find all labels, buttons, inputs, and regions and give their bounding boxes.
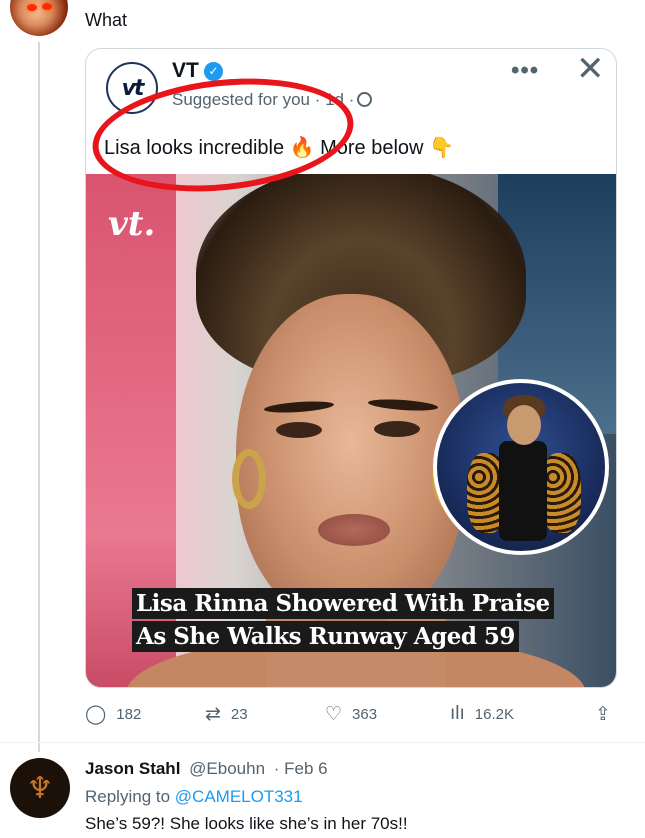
image-headline: Lisa Rinna Showered With Praise As She W…	[132, 588, 554, 654]
views-count: 16.2K	[474, 705, 514, 723]
post-text: What	[85, 10, 128, 30]
reply-button[interactable]: ◯ 182	[85, 703, 141, 726]
reply-text: She’s 59?! She looks like she’s in her 7…	[85, 814, 408, 833]
share-icon: ⇪	[595, 704, 611, 725]
views-button[interactable]: ılı 16.2K	[450, 703, 514, 725]
vt-avatar-text: vt	[121, 75, 145, 101]
reply-date[interactable]: · Feb 6	[274, 759, 328, 778]
inset-photo	[433, 379, 609, 555]
image-earring	[232, 449, 266, 509]
inset-figure	[499, 441, 547, 541]
action-bar: ◯ 182 ⇄ 23 ♡ 363 ılı 16.2K ⇪	[85, 703, 615, 729]
close-icon[interactable]: ✕	[576, 49, 605, 89]
avatar-eye	[42, 3, 52, 10]
replying-mention-link[interactable]: @CAMELOT331	[175, 787, 303, 806]
image-eye	[374, 421, 420, 437]
verified-badge-icon: ✓	[204, 62, 223, 81]
headline-line: As She Walks Runway Aged 59	[132, 621, 519, 652]
like-count: 363	[352, 706, 378, 723]
reply-author-handle[interactable]: @Ebouhn	[189, 759, 265, 778]
reply-author-name[interactable]: Jason Stahl	[85, 759, 180, 778]
replying-label: Replying to	[85, 787, 171, 806]
like-button[interactable]: ♡ 363	[325, 703, 377, 726]
retweet-button[interactable]: ⇄ 23	[205, 703, 248, 726]
thread-line	[38, 42, 40, 752]
account-name[interactable]: VT	[172, 59, 199, 83]
inset-fur	[541, 453, 581, 533]
heart-icon: ♡	[325, 704, 343, 725]
divider	[0, 742, 645, 743]
post-image[interactable]: vt. Lisa Rinna Showered With Praise As S…	[86, 174, 616, 687]
image-eye	[276, 422, 322, 438]
reply-header: Jason Stahl @Ebouhn · Feb 6	[85, 759, 328, 779]
retweet-count: 23	[230, 706, 248, 723]
reply-icon: ◯	[85, 704, 107, 725]
retweet-icon: ⇄	[205, 704, 221, 725]
headline-line: Lisa Rinna Showered With Praise	[132, 588, 554, 619]
bar-chart-icon: ılı	[450, 703, 465, 724]
globe-icon	[357, 92, 373, 107]
avatar-symbol-icon: ♆	[26, 770, 54, 806]
image-face	[236, 294, 466, 624]
share-button[interactable]: ⇪	[595, 703, 621, 726]
replying-to: Replying to @CAMELOT331	[85, 787, 303, 807]
inset-head	[507, 405, 541, 445]
image-lips	[318, 514, 390, 546]
avatar-eye	[27, 4, 37, 11]
reply-count: 182	[116, 706, 142, 723]
avatar[interactable]	[10, 0, 68, 36]
brand-logo: vt.	[108, 204, 156, 244]
avatar[interactable]: ♆	[10, 758, 70, 818]
more-dots-icon[interactable]: •••	[511, 57, 539, 85]
